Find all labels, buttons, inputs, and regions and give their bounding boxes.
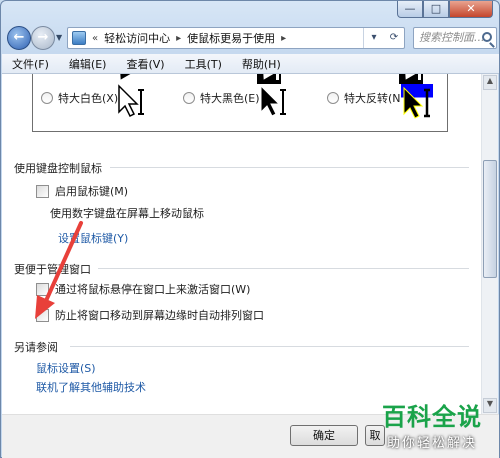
scroll-thumb[interactable] [483,160,497,278]
text-cursor-icon [276,74,279,80]
breadcrumb-separator-icon[interactable]: ▸ [176,33,181,44]
forward-arrow-icon: → [37,30,49,45]
window-management-heading: 更便于管理窗口 [14,263,91,276]
search-placeholder: 搜索控制面... [419,31,485,44]
radio-label: 特大反转(N) [344,92,405,105]
vertical-scrollbar[interactable]: ▲ ▼ [481,74,498,414]
pointer-preview-extra-large-black [259,84,289,120]
recent-pages-dropdown-icon[interactable]: ▼ [56,33,62,42]
search-input[interactable]: 搜索控制面... [413,27,497,49]
arrow-cursor-icon [260,84,286,117]
menu-view[interactable]: 查看(V) [126,56,164,72]
mouse-keys-checkbox[interactable] [36,184,49,198]
arrow-cursor-icon [118,84,144,118]
pointer-preview-extra-large-inverted [401,84,433,122]
setup-mouse-keys-link[interactable]: 设置鼠标键(Y) [58,230,128,246]
pointer-preview-extra-large-white [117,84,147,120]
mouse-keys-description: 使用数字键盘在屏幕上移动鼠标 [50,207,204,220]
pointer-scheme-box: 特大白色(X) 特大黑色(E) 特大反转(N) [32,74,448,132]
menu-tools[interactable]: 工具(T) [185,56,222,72]
scroll-up-icon[interactable]: ▲ [483,75,497,90]
online-assistive-tech-link[interactable]: 联机了解其他辅助技术 [36,379,146,395]
pointer-preview-large-black [257,74,281,84]
breadcrumb-ease-of-access[interactable]: 轻松访问中心 [104,30,170,46]
mouse-keys-label: 启用鼠标键(M) [55,185,129,198]
radio-button[interactable] [327,92,339,104]
control-panel-window: — □ ✕ ← → ▼ « 轻松访问中心 ▸ 使鼠标更易于使用 ▸ ▾ ⟳ 搜索… [0,0,500,458]
menu-help[interactable]: 帮助(H) [242,56,281,72]
mouse-keys-option[interactable]: 启用鼠标键(M) [36,183,128,199]
hover-activate-checkbox[interactable] [36,282,49,296]
radio-label: 特大白色(X) [58,92,119,105]
arrow-cursor-icon [114,74,132,80]
ok-button[interactable]: 确定 [290,425,358,446]
breadcrumb-separator-icon[interactable]: ▸ [281,33,286,44]
menu-file[interactable]: 文件(F) [12,56,49,72]
forward-button[interactable]: → [31,26,55,50]
control-panel-icon [72,31,86,45]
settings-content: 特大白色(X) 特大黑色(E) 特大反转(N) 使用键盘控制鼠标 启用鼠标键(M… [2,74,483,458]
arrow-cursor-icon [257,74,275,80]
maximize-button[interactable]: □ [423,1,449,18]
radio-button[interactable] [183,92,195,104]
cancel-button[interactable]: 取 [365,425,385,446]
back-button[interactable]: ← [7,26,31,50]
pointer-preview-large-inverted [399,74,423,84]
caption-buttons: — □ ✕ [397,1,493,18]
prevent-snap-checkbox[interactable] [36,308,49,322]
radio-button[interactable] [41,92,53,104]
navigation-bar: ← → ▼ « 轻松访问中心 ▸ 使鼠标更易于使用 ▸ ▾ ⟳ 搜索控制面... [5,25,497,51]
see-also-heading: 另请参阅 [14,341,58,354]
breadcrumb-overflow[interactable]: « [92,33,98,44]
mouse-settings-link[interactable]: 鼠标设置(S) [36,360,96,376]
section-divider [70,346,469,347]
radio-extra-large-inverted[interactable]: 特大反转(N) [327,90,405,106]
refresh-icon[interactable]: ⟳ [384,28,404,48]
radio-label: 特大黑色(E) [200,92,260,105]
keyboard-section-heading: 使用键盘控制鼠标 [14,162,102,175]
menu-edit[interactable]: 编辑(E) [69,56,107,72]
hover-activate-option[interactable]: 通过将鼠标悬停在窗口上来激活窗口(W) [36,281,250,297]
hover-activate-label: 通过将鼠标悬停在窗口上来激活窗口(W) [55,283,251,296]
pointer-preview-large-white [111,74,135,84]
radio-extra-large-black[interactable]: 特大黑色(E) [183,90,260,106]
arrow-cursor-icon [399,74,417,80]
address-actions: ▾ ⟳ [363,28,404,48]
search-icon[interactable] [482,32,492,42]
prevent-snap-option[interactable]: 防止将窗口移动到屏幕边缘时自动排列窗口 [36,307,264,323]
breadcrumb-mouse-settings[interactable]: 使鼠标更易于使用 [187,30,275,46]
back-arrow-icon: ← [13,30,25,45]
address-dropdown-icon[interactable]: ▾ [364,28,384,48]
menu-bar: 文件(F) 编辑(E) 查看(V) 工具(T) 帮助(H) [2,54,499,74]
minimize-button[interactable]: — [397,1,423,18]
address-bar[interactable]: « 轻松访问中心 ▸ 使鼠标更易于使用 ▸ ▾ ⟳ [67,27,405,49]
text-cursor-icon [418,74,421,80]
prevent-snap-label: 防止将窗口移动到屏幕边缘时自动排列窗口 [55,309,264,322]
section-divider [98,268,469,269]
dialog-footer: 确定 取 [2,414,499,458]
close-button[interactable]: ✕ [449,1,493,18]
section-divider [110,167,469,168]
arrow-cursor-icon [403,86,430,119]
scroll-down-icon[interactable]: ▼ [483,398,497,413]
radio-extra-large-white[interactable]: 特大白色(X) [41,90,118,106]
